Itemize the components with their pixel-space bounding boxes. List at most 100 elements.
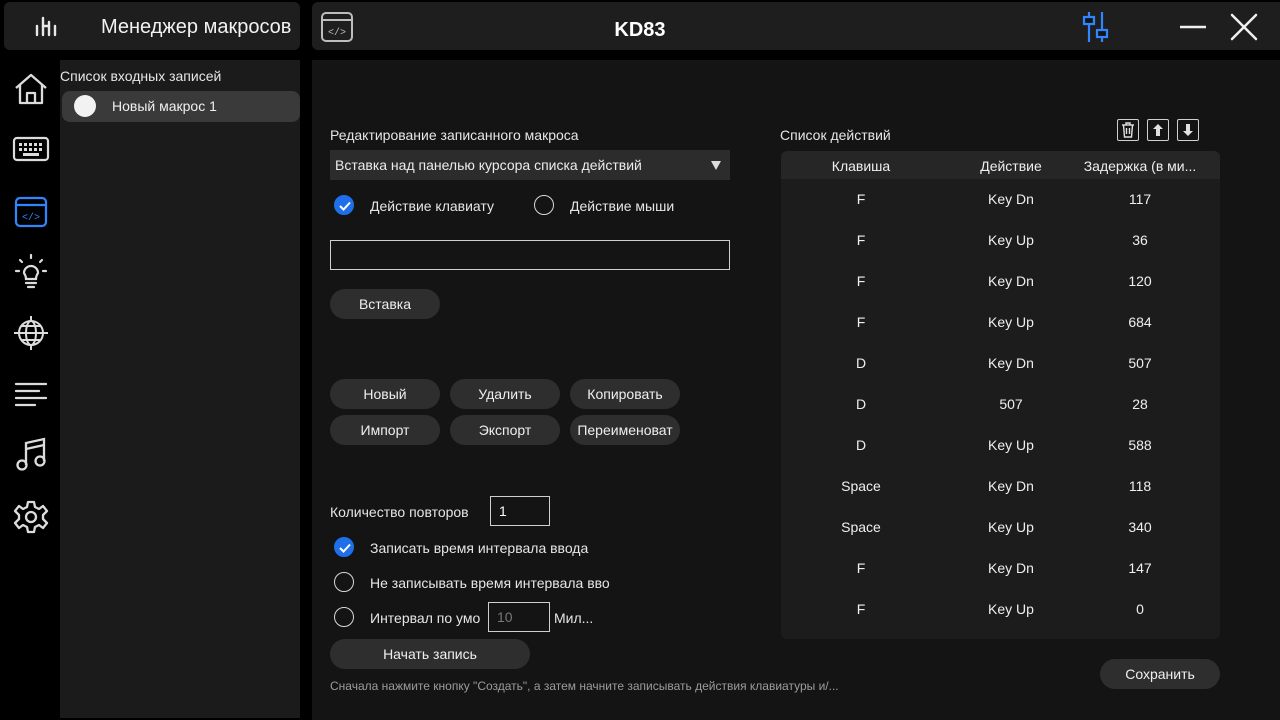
- nav-music[interactable]: [10, 434, 52, 476]
- globe-icon: [14, 316, 48, 350]
- interval-unit-label: Мил...: [554, 610, 594, 626]
- check-icon: [339, 543, 351, 553]
- mouse-action-radio[interactable]: [534, 195, 554, 215]
- cell-action: Key Up: [988, 437, 1034, 453]
- no-interval-label: Не записывать время интервала вво: [370, 575, 610, 591]
- cell-delay: 117: [1128, 191, 1152, 207]
- app-title: Менеджер макросов: [101, 16, 292, 38]
- delete-macro-button[interactable]: Удалить: [450, 379, 560, 409]
- brand-logo-icon: [35, 16, 57, 37]
- table-row[interactable]: Space Key Up 340: [781, 507, 1220, 548]
- move-up-button[interactable]: [1147, 119, 1169, 141]
- cell-delay: 147: [1128, 560, 1152, 576]
- copy-macro-button[interactable]: Копировать: [570, 379, 680, 409]
- column-header-delay: Задержка (в ми...: [1083, 158, 1197, 174]
- records-panel: Список входных записей Новый макрос 1: [60, 60, 300, 718]
- cell-action: 507: [999, 396, 1023, 412]
- dropdown-value: Вставка над панелью курсора списка дейст…: [335, 157, 642, 173]
- move-down-button[interactable]: [1177, 119, 1199, 141]
- insert-button[interactable]: Вставка: [330, 289, 440, 319]
- cell-key: D: [855, 437, 867, 453]
- no-interval-radio[interactable]: [334, 572, 354, 592]
- column-header-action: Действие: [980, 158, 1042, 174]
- mouse-action-label: Действие мыши: [570, 198, 675, 214]
- actions-table: Клавиша Действие Задержка (в ми... F Key …: [781, 151, 1220, 639]
- gear-icon: [13, 500, 49, 534]
- cell-key: Space: [841, 519, 881, 535]
- cell-action: Key Dn: [988, 355, 1034, 371]
- cell-delay: 507: [1128, 355, 1152, 371]
- lightbulb-icon: [14, 253, 48, 289]
- actions-table-header: Клавиша Действие Задержка (в ми...: [781, 151, 1220, 179]
- record-item[interactable]: Новый макрос 1: [62, 91, 300, 122]
- repeat-count-label: Количество повторов: [330, 504, 469, 520]
- table-row[interactable]: F Key Dn 117: [781, 179, 1220, 220]
- cell-key: F: [856, 191, 866, 207]
- default-interval-radio[interactable]: [334, 607, 354, 627]
- lines-icon: [14, 382, 48, 407]
- repeat-count-input[interactable]: 1: [490, 496, 550, 526]
- table-row[interactable]: F Key Up 36: [781, 220, 1220, 261]
- export-button[interactable]: Экспорт: [450, 415, 560, 445]
- svg-text:</>: </>: [22, 212, 40, 224]
- home-icon: [15, 73, 47, 105]
- cell-action: Key Dn: [988, 560, 1034, 576]
- start-recording-button[interactable]: Начать запись: [330, 639, 530, 669]
- actions-title: Список действий: [780, 127, 891, 143]
- table-row[interactable]: Space Key Dn 118: [781, 466, 1220, 507]
- nav-settings[interactable]: [10, 496, 52, 538]
- nav-home[interactable]: [10, 68, 52, 110]
- rename-button[interactable]: Переименоват: [570, 415, 680, 445]
- editor-title: Редактирование записанного макроса: [330, 127, 579, 143]
- top-bar: </> KD83: [312, 2, 1280, 50]
- table-row[interactable]: F Key Up 684: [781, 302, 1220, 343]
- default-interval-input[interactable]: 10: [488, 602, 550, 632]
- record-interval-label: Записать время интервала ввода: [370, 540, 589, 556]
- cell-action: Key Up: [988, 314, 1034, 330]
- device-name: KD83: [614, 19, 666, 41]
- nav-network[interactable]: [10, 312, 52, 354]
- main-panel: Редактирование записанного макроса Встав…: [312, 60, 1280, 720]
- keyboard-action-radio[interactable]: [334, 195, 354, 215]
- table-row[interactable]: F Key Up 0: [781, 589, 1220, 630]
- cell-key: D: [855, 396, 867, 412]
- record-interval-radio[interactable]: [334, 537, 354, 557]
- side-nav: </>: [0, 60, 60, 560]
- cell-key: Space: [841, 478, 881, 494]
- insert-position-dropdown[interactable]: Вставка над панелью курсора списка дейст…: [330, 150, 730, 180]
- cell-key: F: [856, 601, 866, 617]
- cell-key: F: [856, 560, 866, 576]
- save-button[interactable]: Сохранить: [1100, 659, 1220, 689]
- cell-key: D: [855, 355, 867, 371]
- nav-lighting[interactable]: [10, 251, 52, 293]
- sliders-icon[interactable]: [1082, 10, 1110, 44]
- table-row[interactable]: D Key Up 588: [781, 425, 1220, 466]
- new-macro-button[interactable]: Новый: [330, 379, 440, 409]
- table-row[interactable]: F Key Dn 120: [781, 261, 1220, 302]
- nav-macro[interactable]: </>: [10, 191, 52, 233]
- cell-action: Key Up: [988, 601, 1034, 617]
- keyboard-action-label: Действие клавиату: [370, 198, 494, 214]
- table-row[interactable]: D Key Dn 507: [781, 343, 1220, 384]
- cell-delay: 118: [1128, 478, 1152, 494]
- record-label: Новый макрос 1: [112, 98, 217, 114]
- trash-button[interactable]: [1117, 119, 1139, 141]
- key-input[interactable]: [330, 240, 730, 270]
- cell-delay: 684: [1128, 314, 1152, 330]
- brand-bar: Менеджер макросов: [4, 2, 300, 50]
- minimize-icon[interactable]: [1178, 14, 1208, 40]
- records-title: Список входных записей: [60, 68, 222, 84]
- arrow-down-icon: [1183, 124, 1193, 136]
- nav-keyboard[interactable]: [10, 129, 52, 171]
- cell-delay: 120: [1128, 273, 1152, 289]
- cell-key: F: [856, 232, 866, 248]
- table-row[interactable]: D 507 28: [781, 384, 1220, 425]
- close-icon[interactable]: [1228, 10, 1260, 44]
- column-header-key: Клавиша: [831, 158, 891, 174]
- import-button[interactable]: Импорт: [330, 415, 440, 445]
- cell-delay: 36: [1132, 232, 1148, 248]
- table-row[interactable]: F Key Dn 147: [781, 548, 1220, 589]
- cell-action: Key Up: [988, 232, 1034, 248]
- nav-list[interactable]: [10, 373, 52, 415]
- default-interval-label: Интервал по умо: [370, 610, 481, 626]
